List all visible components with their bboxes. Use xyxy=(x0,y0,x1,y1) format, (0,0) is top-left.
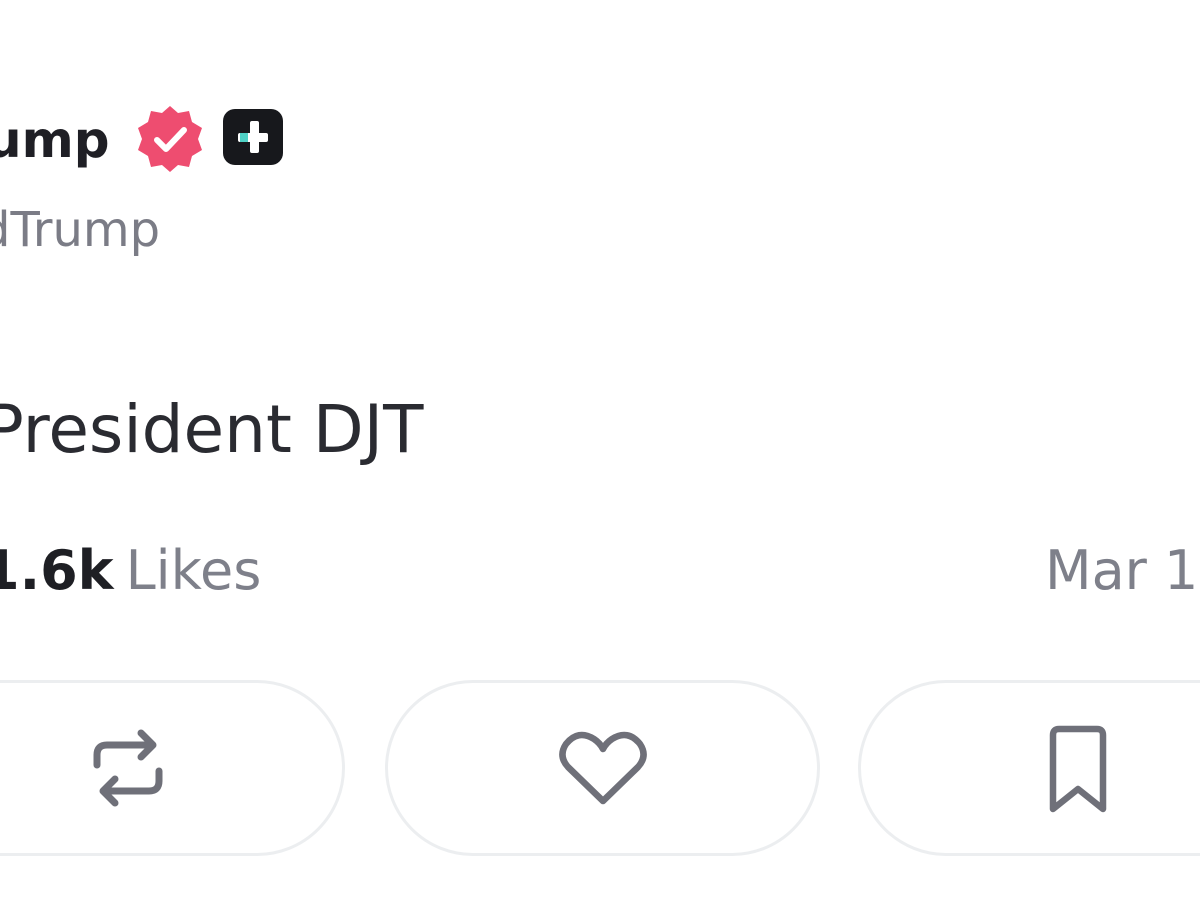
heart-icon xyxy=(559,731,647,805)
likes-label: Likes xyxy=(125,539,262,602)
verified-badge-icon xyxy=(138,106,202,172)
likes-count: 1.6k xyxy=(0,539,114,602)
plus-bar-vertical xyxy=(250,121,259,153)
bookmark-icon xyxy=(1049,725,1107,813)
bookmark-outline xyxy=(1049,725,1107,813)
likes-summary[interactable]: 1.6k Likes xyxy=(0,535,261,607)
post-card: ump dTrump President DJT 1.6kLikes Mar 1 xyxy=(0,0,1200,900)
plus-badge-icon xyxy=(223,109,283,165)
display-name[interactable]: ump xyxy=(0,100,110,180)
plus-accent xyxy=(240,133,248,142)
user-handle[interactable]: dTrump xyxy=(0,195,160,265)
post-text: President DJT xyxy=(0,391,424,468)
verified-badge-shape xyxy=(138,106,202,172)
bookmark-button[interactable] xyxy=(858,680,1200,856)
like-button[interactable] xyxy=(385,680,820,856)
repost-arrow-top xyxy=(93,729,157,769)
repost-icon xyxy=(93,729,163,807)
repost-button[interactable] xyxy=(0,680,345,856)
heart-outline xyxy=(559,731,647,805)
repost-arrow-bottom xyxy=(99,767,163,807)
post-timestamp[interactable]: Mar 1 xyxy=(1045,535,1198,607)
